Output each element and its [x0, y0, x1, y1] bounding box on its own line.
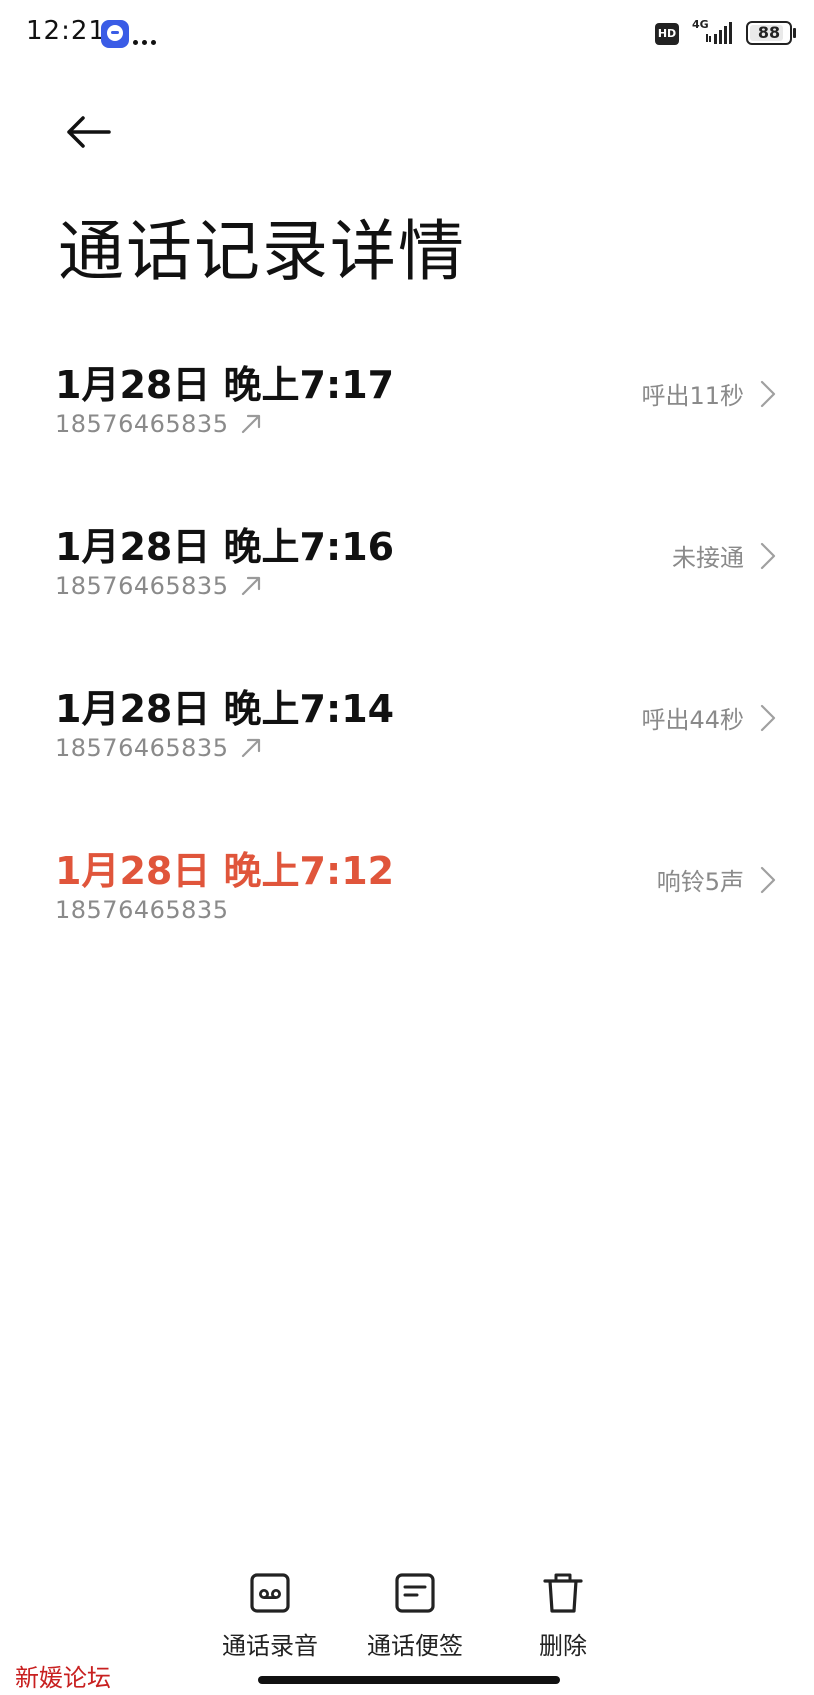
- call-log-row[interactable]: 1月28日 晚上7:17 18576465835 呼出11秒: [0, 330, 814, 492]
- status-time: 12:21: [26, 16, 106, 46]
- chevron-right-icon: [760, 542, 776, 569]
- status-bar: 12:21 HD 4G 88: [0, 0, 814, 72]
- hd-badge: HD: [655, 23, 679, 45]
- call-note-label: 通话便签: [367, 1632, 463, 1660]
- delete-button[interactable]: 删除: [498, 1570, 628, 1661]
- outgoing-call-icon: [242, 738, 261, 758]
- call-note-button[interactable]: 通话便签: [350, 1570, 480, 1661]
- call-log-list: 1月28日 晚上7:17 18576465835 呼出11秒 1月28日 晚上7…: [0, 330, 814, 978]
- app-chat-icon: [101, 20, 129, 48]
- battery-percent: 88: [757, 23, 781, 42]
- call-log-row[interactable]: 1月28日 晚上7:14 18576465835 呼出44秒: [0, 654, 814, 816]
- call-number: 18576465835: [55, 410, 229, 438]
- call-number: 18576465835: [55, 734, 229, 762]
- outgoing-call-icon: [242, 414, 261, 434]
- call-datetime: 1月28日 晚上7:17: [55, 363, 395, 407]
- call-status: 呼出44秒: [641, 706, 744, 734]
- signal-icon: [706, 22, 732, 44]
- call-status: 未接通: [672, 544, 744, 572]
- call-datetime: 1月28日 晚上7:14: [55, 687, 395, 731]
- call-recording-label: 通话录音: [222, 1632, 318, 1660]
- call-log-row-missed[interactable]: 1月28日 晚上7:12 18576465835 响铃5声: [0, 816, 814, 978]
- page-title: 通话记录详情: [58, 213, 466, 290]
- call-datetime: 1月28日 晚上7:12: [55, 849, 395, 893]
- outgoing-call-icon: [242, 576, 261, 596]
- chevron-right-icon: [760, 704, 776, 731]
- chevron-right-icon: [760, 380, 776, 407]
- call-datetime: 1月28日 晚上7:16: [55, 525, 395, 569]
- home-indicator[interactable]: [258, 1676, 560, 1684]
- call-number: 18576465835: [55, 572, 229, 600]
- back-button[interactable]: [56, 100, 120, 164]
- more-notifications-icon: [133, 30, 160, 49]
- call-status: 响铃5声: [656, 868, 744, 896]
- note-icon: [395, 1573, 435, 1613]
- call-status: 呼出11秒: [641, 382, 744, 410]
- delete-label: 删除: [539, 1632, 587, 1660]
- watermark: 新媛论坛: [15, 1664, 111, 1692]
- call-log-row[interactable]: 1月28日 晚上7:16 18576465835 未接通: [0, 492, 814, 654]
- cassette-icon: [250, 1573, 290, 1613]
- bottom-action-bar: 通话录音 通话便签 删除: [0, 1570, 814, 1670]
- trash-icon: [543, 1573, 583, 1613]
- chevron-right-icon: [760, 866, 776, 893]
- call-recording-button[interactable]: 通话录音: [205, 1570, 335, 1661]
- arrow-left-icon: [67, 116, 111, 148]
- call-number: 18576465835: [55, 896, 229, 924]
- battery-icon: 88: [746, 21, 796, 45]
